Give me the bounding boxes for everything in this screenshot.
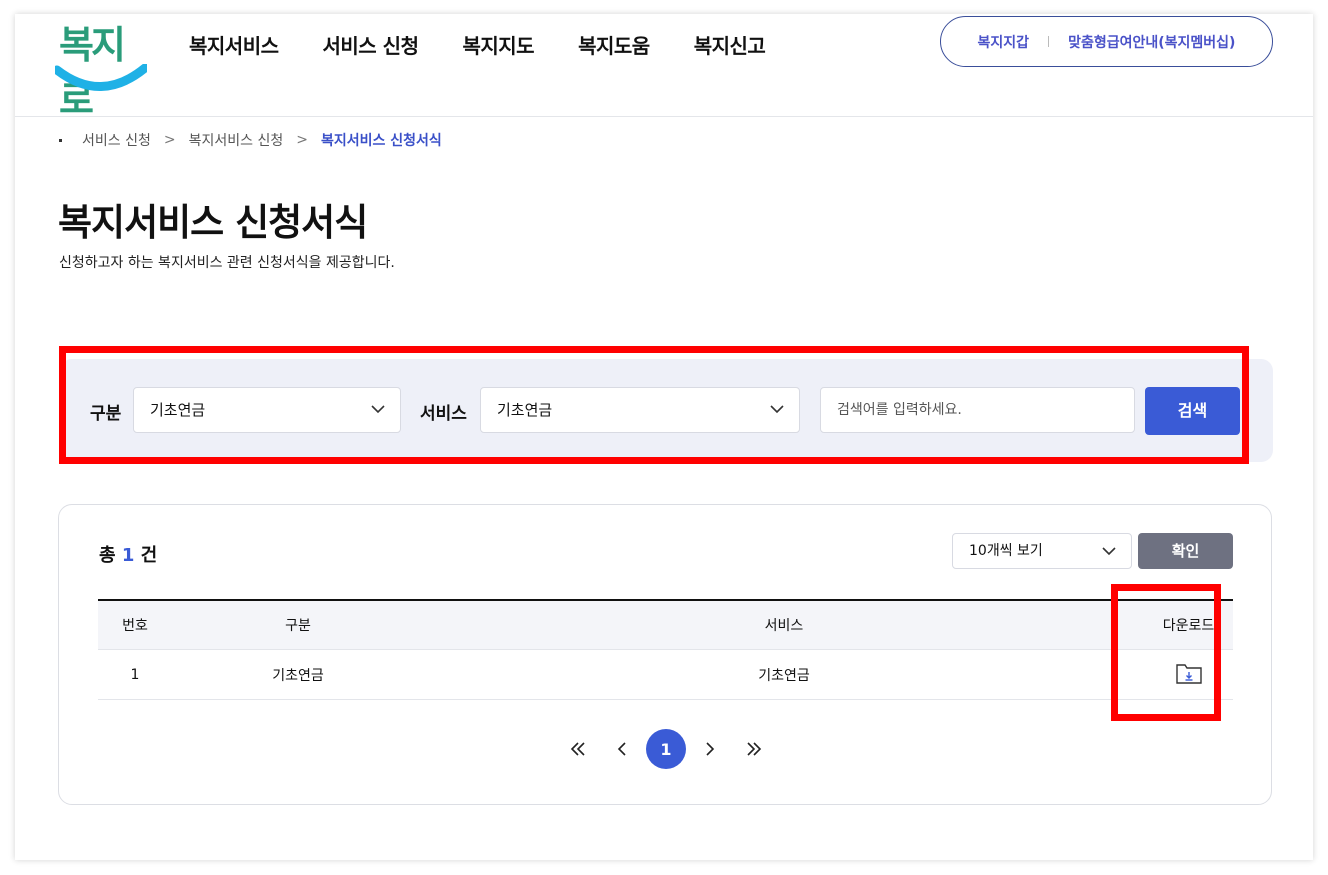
per-page-value: 10개씩 보기 [969, 543, 1043, 559]
page-description: 신청하고자 하는 복지서비스 관련 신청서식을 제공합니다. [59, 255, 395, 271]
double-chevron-right-icon [747, 742, 762, 756]
total-count: 총 1 건 [99, 541, 157, 567]
nav-welfare-report[interactable]: 복지신고 [694, 30, 766, 59]
chevron-down-icon [1102, 547, 1116, 556]
breadcrumb: 서비스 신청 > 복지서비스 신청 > 복지서비스 신청서식 [59, 130, 442, 150]
breadcrumb-item[interactable]: 복지서비스 신청 [189, 130, 284, 150]
site-logo[interactable]: 복지로 [55, 14, 150, 122]
page-number-button[interactable]: 1 [646, 729, 686, 769]
last-page-button[interactable] [734, 729, 774, 769]
logo-swoosh-icon [55, 64, 147, 91]
nav-welfare-service[interactable]: 복지서비스 [189, 30, 279, 59]
row-service: 기초연금 [758, 667, 810, 684]
confirm-button[interactable]: 확인 [1138, 533, 1233, 569]
total-suffix: 건 [140, 545, 158, 566]
total-prefix: 총 [99, 545, 116, 566]
column-header: 번호 [122, 618, 148, 634]
chevron-right-icon: > [163, 132, 176, 148]
page-title: 복지서비스 신청서식 [58, 201, 368, 244]
column-header: 서비스 [764, 618, 804, 634]
util-divider [1048, 36, 1050, 47]
chevron-right-icon: > [296, 132, 308, 148]
main-nav: 복지서비스 서비스 신청 복지지도 복지도움 복지신고 [189, 30, 809, 59]
row-category: 기초연금 [272, 667, 324, 684]
table-row: 1 기초연금 기초연금 [98, 649, 1233, 700]
next-page-button[interactable] [690, 729, 730, 769]
row-number: 1 [130, 666, 140, 683]
breadcrumb-item[interactable]: 서비스 신청 [82, 130, 151, 150]
utility-menu: 복지지갑 맞춤형급여안내(복지멤버십) [940, 16, 1273, 67]
chevron-left-icon [617, 742, 626, 756]
per-page-select[interactable]: 10개씩 보기 [952, 533, 1132, 569]
table-header: 번호 구분 서비스 다운로드 [98, 599, 1233, 649]
breadcrumb-bullet-icon [59, 138, 62, 142]
form-list-card: 총 1 건 10개씩 보기 확인 번호 구분 서비스 다운로드 1 기초연금 기… [58, 504, 1272, 805]
nav-welfare-map[interactable]: 복지지도 [462, 30, 534, 59]
highlight-box-download [1111, 584, 1221, 721]
first-page-button[interactable] [558, 729, 598, 769]
site-header: 복지로 복지서비스 서비스 신청 복지지도 복지도움 복지신고 복지지갑 맞춤형… [15, 14, 1313, 122]
pagination: 1 [59, 729, 1273, 769]
nav-welfare-help[interactable]: 복지도움 [578, 30, 650, 59]
total-number: 1 [121, 545, 135, 566]
highlight-box-search [59, 346, 1249, 464]
chevron-right-icon [706, 742, 715, 756]
double-chevron-left-icon [570, 742, 585, 756]
nav-service-apply[interactable]: 서비스 신청 [323, 30, 419, 59]
util-wallet-link[interactable]: 복지지갑 [978, 32, 1030, 52]
prev-page-button[interactable] [602, 729, 642, 769]
page-frame: 복지로 복지서비스 서비스 신청 복지지도 복지도움 복지신고 복지지갑 맞춤형… [15, 14, 1313, 860]
form-table: 번호 구분 서비스 다운로드 1 기초연금 기초연금 [98, 599, 1233, 700]
column-header: 구분 [285, 618, 311, 634]
util-membership-link[interactable]: 맞춤형급여안내(복지멤버십) [1068, 32, 1235, 52]
breadcrumb-current: 복지서비스 신청서식 [320, 133, 442, 149]
